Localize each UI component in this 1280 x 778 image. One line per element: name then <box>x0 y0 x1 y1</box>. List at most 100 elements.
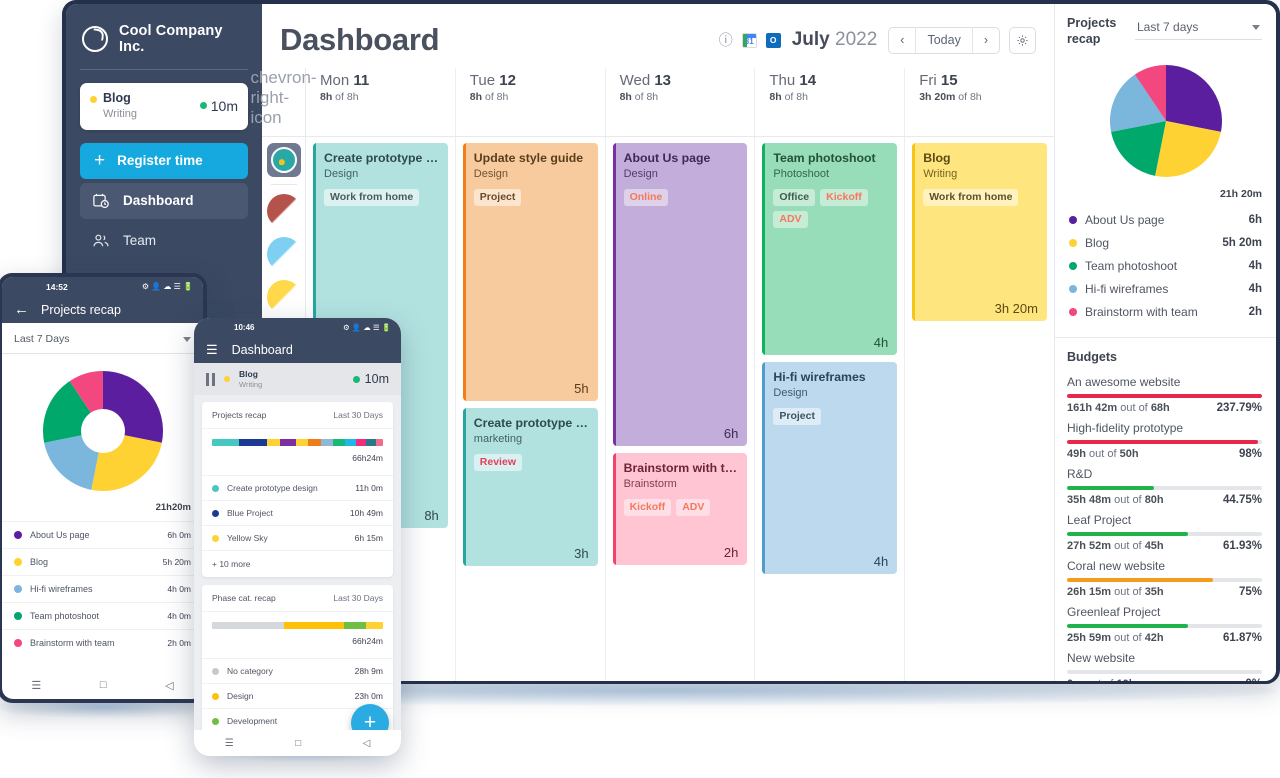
event-tag[interactable]: ADV <box>676 498 711 516</box>
settings-button[interactable] <box>1009 26 1036 54</box>
month-year-label: July 2022 <box>792 29 878 51</box>
google-calendar-icon[interactable]: 31 <box>741 32 757 48</box>
budget-item[interactable]: Greenleaf Project 25h 59m out of 42h 61.87… <box>1055 605 1276 644</box>
tablet-legend-row[interactable]: Blog 5h 20m <box>2 548 203 575</box>
pie-slice-0[interactable] <box>1165 65 1222 133</box>
day-header-mon[interactable]: Mon 11 8h of 8h <box>306 68 456 136</box>
list-item[interactable]: Create prototype design 11h 0m <box>202 475 393 500</box>
avatar-selected[interactable] <box>266 143 301 177</box>
legend-row[interactable]: Hi-fi wireframes 4h <box>1069 277 1262 300</box>
event-duration: 4h <box>873 335 889 350</box>
card-range[interactable]: Last 30 Days <box>333 410 383 420</box>
budget-item[interactable]: High-fidelity prototype 49h out of 50h 98% <box>1055 421 1276 460</box>
legend-label: Team photoshoot <box>1085 258 1178 273</box>
tablet-legend-row[interactable]: About Us page 6h 0m <box>2 521 203 548</box>
event-tag[interactable]: ADV <box>773 210 808 228</box>
avatar-blue[interactable] <box>266 237 301 271</box>
tablet-legend-row[interactable]: Brainstorm with team 2h 0m <box>2 629 203 656</box>
bar-segment-8 <box>345 439 356 446</box>
expand-sidebar-button[interactable]: chevron-right-icon <box>250 68 317 136</box>
tablet-legend-row[interactable]: Team photoshoot 4h 0m <box>2 602 203 629</box>
menu-icon[interactable]: ☰ <box>225 738 234 749</box>
budget-item[interactable]: An awesome website 161h 42m out of 68h 237… <box>1055 375 1276 414</box>
avatar-red[interactable] <box>266 194 301 228</box>
day-header-wed[interactable]: Wed 13 8h of 8h <box>606 68 756 136</box>
item-label: Create prototype design <box>227 483 318 493</box>
card-range[interactable]: Last 30 Days <box>333 593 383 603</box>
home-icon[interactable]: □ <box>295 738 301 749</box>
event-tag[interactable]: Review <box>473 453 522 471</box>
next-period-button[interactable]: › <box>973 28 999 53</box>
chevron-down-icon <box>1252 24 1260 30</box>
event-tag[interactable]: Work from home <box>324 188 420 206</box>
today-button[interactable]: Today <box>916 28 971 53</box>
active-timer-card[interactable]: Blog Writing 10m <box>80 83 248 130</box>
date-range-select[interactable]: Last 7 days <box>1135 16 1262 40</box>
home-icon[interactable]: □ <box>100 679 107 691</box>
tablet-date-range-select[interactable]: Last 7 Days <box>2 323 203 354</box>
legend-row[interactable]: Blog 5h 20m <box>1069 231 1262 254</box>
legend-row[interactable]: Team photoshoot 4h <box>1069 254 1262 277</box>
menu-icon[interactable]: ☰ <box>31 679 41 692</box>
outlook-calendar-icon[interactable]: O <box>765 32 781 48</box>
tablet-legend-row[interactable]: Hi-fi wireframes 4h 0m <box>2 575 203 602</box>
calendar-event[interactable]: Update style guide Design Project 5h <box>462 143 598 401</box>
sidebar-item-dashboard[interactable]: Dashboard <box>80 182 248 219</box>
list-item[interactable]: Blue Project 10h 49m <box>202 500 393 525</box>
back-icon[interactable]: ◁ <box>165 679 173 692</box>
event-title: Update style guide <box>473 151 584 165</box>
more-projects-link[interactable]: + 10 more <box>202 550 393 577</box>
calendar-event[interactable]: Team photoshoot Photoshoot Office Kickoff AD… <box>762 143 898 355</box>
projects-pie-chart <box>1055 53 1276 181</box>
budget-item[interactable]: R&D 35h 48m out of 80h 44.75% <box>1055 467 1276 506</box>
calendar-event[interactable]: Hi-fi wireframes Design Project 4h <box>762 362 898 574</box>
legend-value: 4h <box>1248 282 1262 295</box>
event-tag[interactable]: Kickoff <box>623 498 672 516</box>
avatar-yellow[interactable] <box>266 280 301 314</box>
budgets-title: Budgets <box>1067 350 1117 365</box>
calendar-event[interactable]: Create prototype des... marketing Review 3h <box>462 408 598 566</box>
budget-item[interactable]: Coral new website 26h 15m out of 35h 75% <box>1055 559 1276 598</box>
event-title: Hi-fi wireframes <box>773 370 866 384</box>
legend-row[interactable]: About Us page 6h <box>1069 208 1262 231</box>
day-header-tue[interactable]: Tue 12 8h of 8h <box>456 68 606 136</box>
stacked-bar-wrap: 66h24m <box>202 429 393 475</box>
event-tag[interactable]: Project <box>773 407 821 425</box>
calendar-event[interactable]: Blog Writing Work from home 3h 20m <box>912 143 1047 321</box>
back-icon[interactable]: ◁ <box>363 738 371 749</box>
budget-progress-fill <box>1067 394 1262 399</box>
sidebar-item-team[interactable]: Team <box>80 223 248 259</box>
hamburger-icon[interactable]: ☰ <box>206 343 218 356</box>
budget-percent: 61.87% <box>1222 632 1262 645</box>
legend-row[interactable]: Brainstorm with team 2h <box>1069 300 1262 323</box>
event-tag[interactable]: Online <box>623 188 669 206</box>
stacked-bar-total: 66h24m <box>352 636 383 646</box>
event-duration: 4h <box>873 554 889 569</box>
event-tag[interactable]: Work from home <box>923 188 1019 206</box>
event-tag[interactable]: Kickoff <box>820 188 868 206</box>
event-color-bar <box>612 453 616 565</box>
budget-item[interactable]: Leaf Project 27h 52m out of 45h 61.93% <box>1055 513 1276 552</box>
day-header-thu[interactable]: Thu 14 8h of 8h <box>755 68 906 136</box>
day-label: Fri 15 <box>919 72 958 89</box>
back-arrow-icon[interactable]: ← <box>14 302 29 317</box>
phone-status-bar: 10:46 ⚙ 👤 ☁ ☰ 🔋 <box>194 318 401 336</box>
list-item[interactable]: No category 28h 9m <box>202 658 393 683</box>
pause-icon[interactable] <box>206 372 215 386</box>
event-tag[interactable]: Project <box>473 188 522 206</box>
legend-label: About Us page <box>30 530 90 540</box>
legend-label: Hi-fi wireframes <box>30 584 93 594</box>
list-item[interactable]: Yellow Sky 6h 15m <box>202 525 393 550</box>
calendar-event[interactable]: About Us page Design Online 6h <box>612 143 748 446</box>
calendar-event[interactable]: Brainstorm with team Brainstorm Kickoff ADV… <box>612 453 748 565</box>
event-tags: Work from home <box>324 188 439 206</box>
budget-item[interactable]: New website 0m out of 10h 0% <box>1055 651 1276 681</box>
event-tag[interactable]: Office <box>773 188 816 206</box>
calendar-day-headers: chevron-right-icon Mon 11 8h of 8h Tue 12 8… <box>250 68 1054 137</box>
phone-timer-bar[interactable]: Blog Writing 10m <box>194 363 401 395</box>
question-circle-icon[interactable]: ⓘ <box>719 30 733 50</box>
prev-period-button[interactable]: ‹ <box>889 28 915 53</box>
item-value: 10h 49m <box>349 508 383 518</box>
day-header-fri[interactable]: Fri 15 3h 20m of 8h <box>905 68 1054 136</box>
register-time-button[interactable]: + Register time <box>80 142 248 179</box>
